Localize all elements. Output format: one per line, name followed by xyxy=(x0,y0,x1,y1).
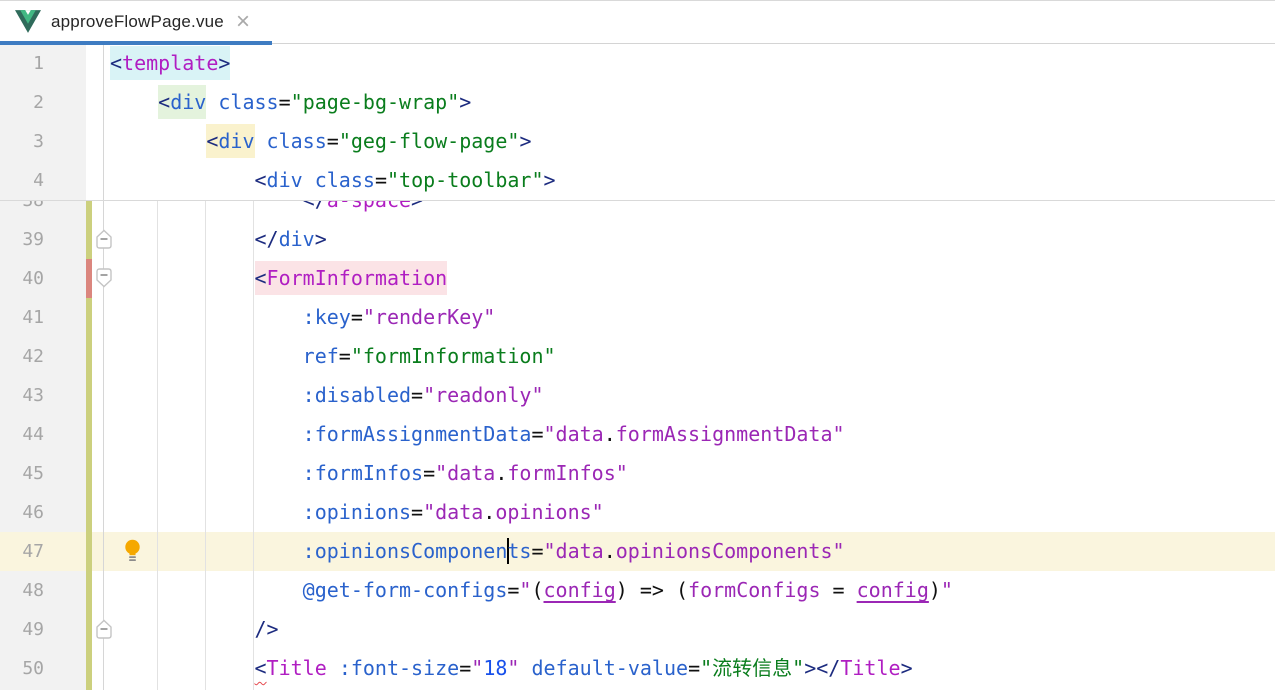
sticky-panel: 1<template>2 <div class="page-bg-wrap">3… xyxy=(0,44,1275,201)
fold-end-icon[interactable] xyxy=(95,229,113,249)
line-number[interactable]: 1 xyxy=(0,44,44,83)
code-line[interactable]: 41 :key="renderKey" xyxy=(0,298,1275,337)
code-text: <template> xyxy=(110,44,230,83)
code-line[interactable]: 3 <div class="geg-flow-page"> xyxy=(0,122,1275,161)
line-number[interactable]: 48 xyxy=(0,571,44,610)
code-line[interactable]: 50 <Title :font-size="18" default-value=… xyxy=(0,649,1275,688)
code-line[interactable]: 47 :opinionsComponents="data.opinionsCom… xyxy=(0,532,1275,571)
code-text: :opinions="data.opinions" xyxy=(110,493,604,532)
code-line[interactable]: 2 <div class="page-bg-wrap"> xyxy=(0,83,1275,122)
code-line[interactable]: 44 :formAssignmentData="data.formAssignm… xyxy=(0,415,1275,454)
code-text: :opinionsComponents="data.opinionsCompon… xyxy=(110,532,845,571)
line-number[interactable]: 42 xyxy=(0,337,44,376)
code-text: <Title :font-size="18" default-value="流转… xyxy=(110,649,913,688)
editor[interactable]: 38 </a-space>39 </div>40 <FormInformatio… xyxy=(0,44,1275,690)
intention-bulb-icon[interactable] xyxy=(124,539,141,563)
vcs-deleted-marker[interactable] xyxy=(86,259,92,298)
code-line[interactable]: 39 </div> xyxy=(0,220,1275,259)
code-line[interactable]: 46 :opinions="data.opinions" xyxy=(0,493,1275,532)
line-number[interactable]: 3 xyxy=(0,122,44,161)
code-line[interactable]: 4 <div class="top-toolbar"> xyxy=(0,161,1275,200)
line-number[interactable]: 39 xyxy=(0,220,44,259)
tab-approveflowpage[interactable]: approveFlowPage.vue × xyxy=(0,2,272,41)
code-text: <div class="page-bg-wrap"> xyxy=(110,83,471,122)
tab-title: approveFlowPage.vue xyxy=(51,12,224,32)
code-line[interactable]: 42 ref="formInformation" xyxy=(0,337,1275,376)
fold-start-icon[interactable] xyxy=(95,268,113,288)
code-text: :disabled="readonly" xyxy=(110,376,544,415)
vue-file-icon xyxy=(15,10,41,33)
code-text: ref="formInformation" xyxy=(110,337,556,376)
line-number[interactable]: 47 xyxy=(0,532,44,571)
line-number[interactable]: 2 xyxy=(0,83,44,122)
line-number[interactable]: 41 xyxy=(0,298,44,337)
line-number[interactable]: 46 xyxy=(0,493,44,532)
line-number[interactable]: 49 xyxy=(0,610,44,649)
tab-close-icon[interactable]: × xyxy=(236,12,250,32)
line-number[interactable]: 4 xyxy=(0,161,44,200)
code-text: :key="renderKey" xyxy=(110,298,495,337)
indent-guide xyxy=(205,201,206,690)
sticky-rows: 1<template>2 <div class="page-bg-wrap">3… xyxy=(0,44,1275,200)
code-text: :formInfos="data.formInfos" xyxy=(110,454,628,493)
active-tab-underline xyxy=(0,41,272,45)
code-text: <div class="top-toolbar"> xyxy=(110,161,556,200)
code-text: <FormInformation xyxy=(110,259,447,298)
code-rows: 38 </a-space>39 </div>40 <FormInformatio… xyxy=(0,181,1275,688)
line-number[interactable]: 45 xyxy=(0,454,44,493)
indent-guide xyxy=(157,201,158,690)
code-line[interactable]: 40 <FormInformation xyxy=(0,259,1275,298)
code-text: :formAssignmentData="data.formAssignment… xyxy=(110,415,845,454)
code-line[interactable]: 45 :formInfos="data.formInfos" xyxy=(0,454,1275,493)
code-line[interactable]: 49 /> xyxy=(0,610,1275,649)
line-number[interactable]: 50 xyxy=(0,649,44,688)
code-line[interactable]: 1 <template> xyxy=(0,44,1275,83)
code-text: </div> xyxy=(110,220,327,259)
code-text: <div class="geg-flow-page"> xyxy=(110,122,531,161)
code-text: @get-form-configs="(config) => (formConf… xyxy=(110,571,953,610)
code-line[interactable]: 48 @get-form-configs="(config) => (formC… xyxy=(0,571,1275,610)
code-line[interactable]: 43 :disabled="readonly" xyxy=(0,376,1275,415)
indent-guide xyxy=(253,201,254,690)
line-number[interactable]: 40 xyxy=(0,259,44,298)
line-number[interactable]: 43 xyxy=(0,376,44,415)
line-number[interactable]: 44 xyxy=(0,415,44,454)
tab-bar: approveFlowPage.vue × xyxy=(0,0,1275,44)
fold-end-icon[interactable] xyxy=(95,619,113,639)
